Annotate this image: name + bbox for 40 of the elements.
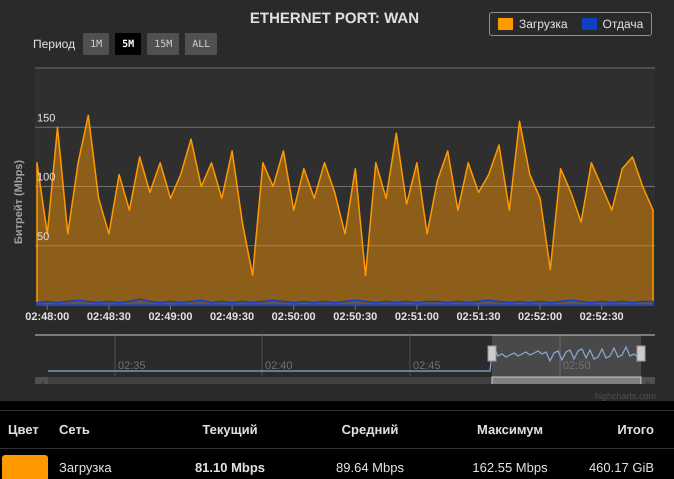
x-tick-label: 02:49:00: [148, 311, 192, 323]
table-cell-text: 89.64 Mbps: [335, 460, 405, 475]
period-button[interactable]: 5M: [115, 33, 142, 55]
x-tick-label: 02:51:00: [394, 311, 439, 323]
navigator-selection[interactable]: [492, 335, 641, 377]
x-tick-label: 02:52:30: [580, 311, 624, 323]
table-cell-text: 162.55 Mbps: [471, 460, 549, 475]
column-header: Итого: [616, 422, 655, 437]
x-tick-label: 02:50:30: [333, 311, 378, 323]
period-button[interactable]: 15M: [147, 33, 180, 55]
legend-label: Загрузка: [519, 17, 568, 31]
x-tick-label: 02:49:30: [210, 311, 254, 323]
navigator-label: 02:45: [413, 360, 441, 372]
y-tick-label: 150: [37, 112, 56, 124]
period-button[interactable]: 1M: [83, 33, 110, 55]
column-header: Цвет: [7, 422, 40, 437]
chart-title: ETHERNET PORT: WAN: [248, 9, 420, 29]
x-tick-label: 02:48:00: [25, 311, 70, 323]
scroll-right-icon[interactable]: [642, 377, 655, 384]
period-button[interactable]: ALL: [185, 33, 218, 55]
navigator-label: 02:40: [265, 360, 293, 372]
x-tick-label: 02:50:00: [272, 311, 316, 323]
legend-label: Отдача: [602, 17, 644, 31]
column-header: Максимум: [476, 422, 544, 437]
y-axis-title: Битрейт (Mbps): [13, 160, 25, 244]
table-cell-text: 81.10 Mbps: [194, 460, 266, 475]
table-cell-text: Загрузка: [58, 460, 113, 475]
navigator-label: 02:35: [118, 360, 146, 372]
scroll-left-icon[interactable]: [35, 377, 48, 384]
column-header: Текущий: [201, 422, 259, 437]
x-tick-label: 02:52:00: [518, 311, 562, 323]
column-header: Средний: [340, 422, 400, 437]
table-cell-text: 460.17 GiB: [588, 460, 655, 475]
x-tick-label: 02:51:30: [456, 311, 500, 323]
period-label: Период: [33, 37, 76, 51]
column-header: Сеть: [58, 422, 91, 437]
x-tick-label: 02:48:30: [86, 311, 131, 323]
y-tick-label: 50: [37, 230, 50, 243]
navigator-handle[interactable]: [636, 346, 646, 362]
navigator-handle[interactable]: [488, 346, 496, 362]
